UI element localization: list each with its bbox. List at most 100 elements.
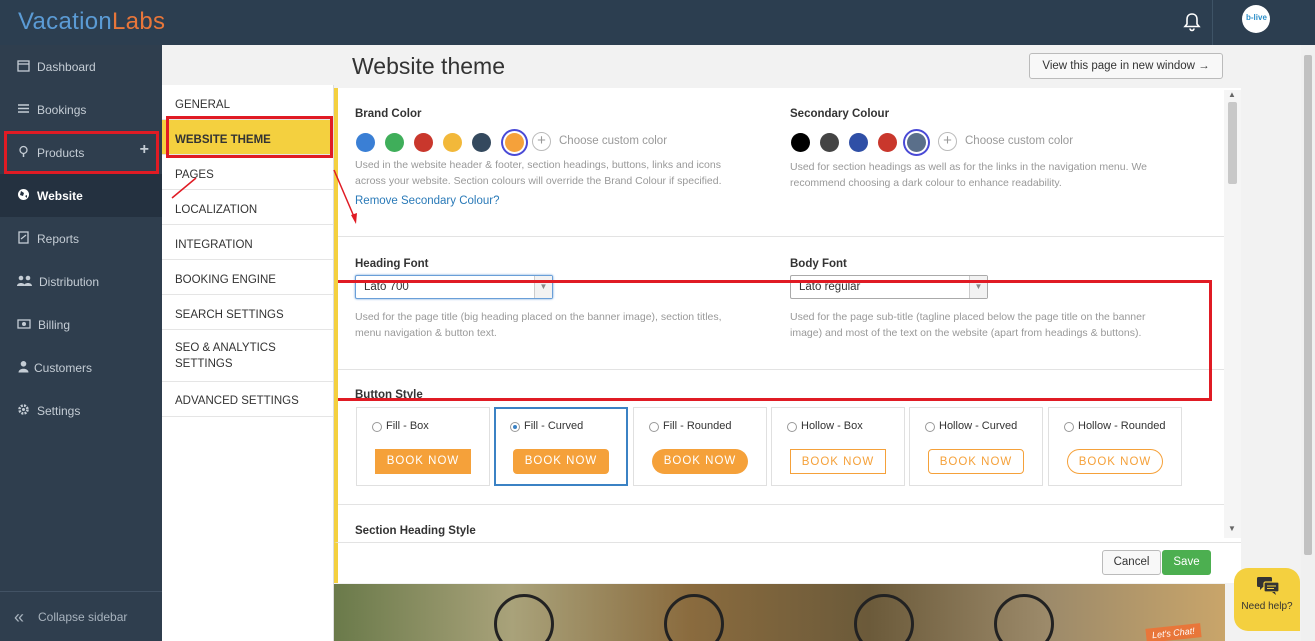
button-style-label: Fill - Rounded: [663, 420, 732, 432]
button-style-hollow-curved[interactable]: Hollow - Curved BOOK NOW: [909, 407, 1043, 486]
need-help-label: Need help?: [1241, 601, 1293, 612]
logo-labs: Labs: [112, 8, 166, 35]
button-style-label: Hollow - Rounded: [1078, 420, 1166, 432]
subnav-item-label: SEO & ANALYTICS SETTINGS: [175, 342, 276, 370]
sidebar-item-label: Customers: [34, 361, 93, 375]
calendar-icon: [17, 60, 30, 72]
theme-settings-panel: Brand Color + Choose custom color Used i…: [334, 88, 1241, 583]
brand-color-title: Brand Color: [355, 108, 422, 120]
remove-secondary-colour-link[interactable]: Remove Secondary Colour?: [355, 195, 499, 207]
radio-fill-curved[interactable]: [510, 422, 520, 432]
secondary-swatch-blue[interactable]: [849, 133, 868, 152]
button-style-fill-curved[interactable]: Fill - Curved BOOK NOW: [494, 407, 628, 486]
secondary-swatch-black[interactable]: [791, 133, 810, 152]
brand-swatch-green[interactable]: [385, 133, 404, 152]
page-scroll-thumb[interactable]: [1304, 55, 1312, 555]
sidebar-item-distribution[interactable]: Distribution: [0, 260, 162, 303]
panel-scroll-thumb[interactable]: [1228, 102, 1237, 184]
sidebar-item-billing[interactable]: Billing: [0, 303, 162, 346]
body-font-title: Body Font: [790, 258, 847, 270]
sidebar-item-dashboard[interactable]: Dashboard: [0, 45, 162, 88]
sidebar-item-reports[interactable]: Reports: [0, 217, 162, 260]
sidebar-item-website[interactable]: Website: [0, 174, 162, 217]
view-in-new-window-button[interactable]: View this page in new window →: [1029, 53, 1223, 79]
sidebar-item-settings[interactable]: Settings: [0, 389, 162, 432]
app-logo[interactable]: VacationLabs: [18, 8, 165, 36]
brand-swatch-navy[interactable]: [472, 133, 491, 152]
subnav-item-advanced-settings[interactable]: ADVANCED SETTINGS: [162, 382, 333, 417]
subnav-item-pages[interactable]: PAGES: [162, 155, 333, 190]
bicycle-wheel: [854, 594, 914, 641]
save-button[interactable]: Save: [1162, 550, 1211, 575]
sidebar-item-label: Dashboard: [37, 60, 96, 74]
book-now-preview: BOOK NOW: [513, 449, 609, 474]
secondary-choose-custom-color[interactable]: Choose custom color: [965, 135, 1073, 147]
panel-scrollbar[interactable]: ▲ ▼: [1224, 90, 1241, 538]
logo-vacation: Vacation: [18, 8, 113, 35]
collapse-sidebar-label: Collapse sidebar: [38, 610, 128, 624]
report-icon: [18, 231, 29, 244]
subnav-item-label: ADVANCED SETTINGS: [175, 395, 299, 407]
subnav-item-integration[interactable]: INTEGRATION: [162, 225, 333, 260]
highlight-website-theme-box: [166, 116, 333, 158]
subnav-item-label: INTEGRATION: [175, 239, 253, 251]
banner-preview-image: Let's Chat!: [334, 584, 1225, 641]
subnav-item-search-settings[interactable]: SEARCH SETTINGS: [162, 295, 333, 330]
brand-swatch-blue[interactable]: [356, 133, 375, 152]
sidebar-item-label: Billing: [38, 318, 71, 332]
page-scrollbar[interactable]: [1301, 45, 1315, 641]
bell-icon[interactable]: [1182, 12, 1202, 32]
book-now-preview: BOOK NOW: [652, 449, 748, 474]
sidebar-item-label: Reports: [37, 232, 80, 246]
secondary-swatch-red[interactable]: [878, 133, 897, 152]
subnav-item-general[interactable]: GENERAL: [162, 85, 333, 120]
button-style-fill-box[interactable]: Fill - Box BOOK NOW: [356, 407, 490, 486]
subnav-item-booking-engine[interactable]: BOOKING ENGINE: [162, 260, 333, 295]
brand-swatch-red[interactable]: [414, 133, 433, 152]
sidebar-item-label: Website: [37, 189, 83, 203]
brand-color-help: Used in the website header & footer, sec…: [355, 159, 722, 187]
radio-hollow-box[interactable]: [787, 422, 797, 432]
chat-bubbles-icon: [1257, 577, 1280, 595]
subnav-item-seo-analytics[interactable]: SEO & ANALYTICS SETTINGS: [162, 330, 333, 382]
subnav-item-label: SEARCH SETTINGS: [175, 309, 284, 321]
section-divider: [338, 504, 1224, 505]
radio-fill-rounded[interactable]: [649, 422, 659, 432]
radio-fill-box[interactable]: [372, 422, 382, 432]
button-style-label: Fill - Curved: [524, 420, 584, 432]
sidebar-item-customers[interactable]: Customers: [0, 346, 162, 389]
secondary-swatch-darkgray[interactable]: [820, 133, 839, 152]
button-style-hollow-box[interactable]: Hollow - Box BOOK NOW: [771, 407, 905, 486]
radio-hollow-rounded[interactable]: [1064, 422, 1074, 432]
book-now-preview: BOOK NOW: [375, 449, 471, 474]
sidebar-item-bookings[interactable]: Bookings: [0, 88, 162, 131]
cancel-button[interactable]: Cancel: [1102, 550, 1161, 575]
collapse-sidebar-button[interactable]: « Collapse sidebar: [0, 591, 162, 641]
globe-icon: [18, 189, 29, 200]
list-icon: [18, 104, 29, 113]
brand-choose-custom-color[interactable]: Choose custom color: [559, 135, 667, 147]
brand-swatch-yellow[interactable]: [443, 133, 462, 152]
panel-footer: Cancel Save: [334, 542, 1241, 583]
secondary-swatch-slate-selected[interactable]: [907, 133, 926, 152]
button-style-label: Fill - Box: [386, 420, 429, 432]
button-style-hollow-rounded[interactable]: Hollow - Rounded BOOK NOW: [1048, 407, 1182, 486]
user-icon: [18, 361, 29, 373]
highlight-website-box: [4, 131, 159, 174]
secondary-custom-color-plus-icon[interactable]: +: [938, 132, 957, 151]
subnav-item-localization[interactable]: LOCALIZATION: [162, 190, 333, 225]
avatar[interactable]: b-live: [1242, 5, 1270, 33]
brand-custom-color-plus-icon[interactable]: +: [532, 132, 551, 151]
lets-chat-badge[interactable]: Let's Chat!: [1145, 623, 1202, 641]
secondary-colour-title: Secondary Colour: [790, 108, 890, 120]
sidebar-item-label: Distribution: [39, 275, 100, 289]
radio-hollow-curved[interactable]: [925, 422, 935, 432]
subnav-item-label: GENERAL: [175, 99, 230, 111]
button-style-fill-rounded[interactable]: Fill - Rounded BOOK NOW: [633, 407, 767, 486]
double-chevron-left-icon: «: [14, 607, 25, 627]
need-help-widget[interactable]: Need help?: [1234, 568, 1300, 631]
brand-swatch-orange-selected[interactable]: [505, 133, 524, 152]
scroll-up-icon[interactable]: ▲: [1228, 90, 1236, 99]
subnav-item-label: LOCALIZATION: [175, 204, 258, 216]
scroll-down-icon[interactable]: ▼: [1228, 524, 1236, 533]
